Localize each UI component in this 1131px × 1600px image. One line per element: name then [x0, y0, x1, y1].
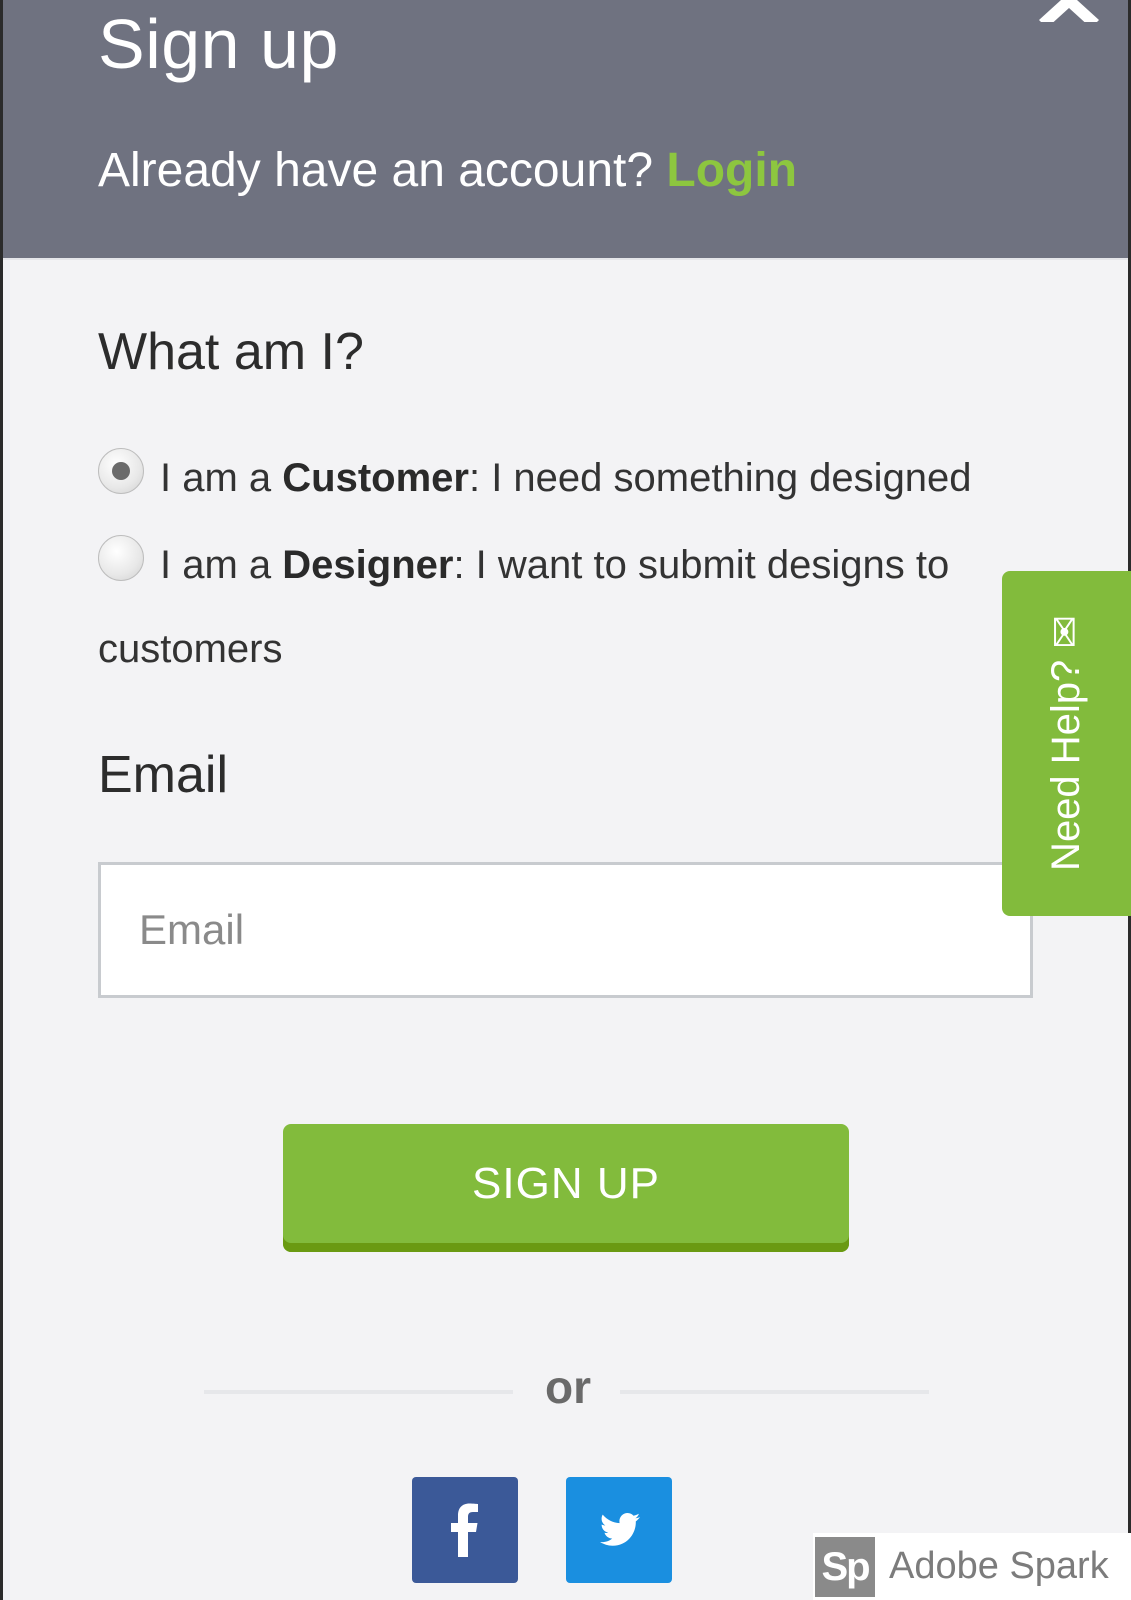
adobe-spark-logo: Sp	[815, 1537, 875, 1597]
twitter-icon	[600, 1513, 640, 1546]
designer-radio[interactable]	[98, 535, 144, 581]
signup-modal: Sign up Already have an account? Login W…	[3, 0, 1128, 1600]
designer-role-name: Designer	[282, 543, 454, 587]
adobe-spark-text: Adobe Spark	[889, 1545, 1109, 1587]
customer-option-label: I am a Customer: I need something design…	[160, 456, 972, 500]
designer-option-continuation: customers	[98, 627, 283, 671]
facebook-login-button[interactable]	[412, 1477, 518, 1583]
close-icon[interactable]	[1039, 0, 1099, 22]
need-help-tab[interactable]: Need Help? ✉	[1002, 571, 1131, 916]
login-prompt: Already have an account? Login	[98, 143, 797, 198]
customer-radio[interactable]	[98, 448, 144, 494]
need-help-label: Need Help? ✉	[1044, 615, 1088, 871]
facebook-icon	[451, 1503, 478, 1557]
divider-line-left	[204, 1390, 513, 1394]
divider-line-right	[620, 1390, 929, 1394]
email-field[interactable]	[98, 862, 1033, 998]
role-option-designer[interactable]: I am a Designer: I want to submit design…	[98, 535, 1048, 675]
modal-header: Sign up Already have an account? Login	[3, 0, 1128, 260]
customer-role-name: Customer	[282, 456, 469, 500]
role-option-customer[interactable]: I am a Customer: I need something design…	[98, 448, 1048, 508]
or-divider: or	[545, 1361, 591, 1413]
twitter-login-button[interactable]	[566, 1477, 672, 1583]
role-heading: What am I?	[98, 323, 364, 381]
designer-option-label: I am a Designer: I want to submit design…	[160, 543, 950, 587]
login-prompt-text: Already have an account?	[98, 144, 654, 197]
email-label: Email	[98, 746, 229, 804]
login-link[interactable]: Login	[666, 144, 797, 197]
modal-title: Sign up	[98, 5, 339, 83]
adobe-spark-watermark: Sp Adobe Spark	[813, 1533, 1131, 1600]
signup-button[interactable]: SIGN UP	[283, 1124, 849, 1252]
